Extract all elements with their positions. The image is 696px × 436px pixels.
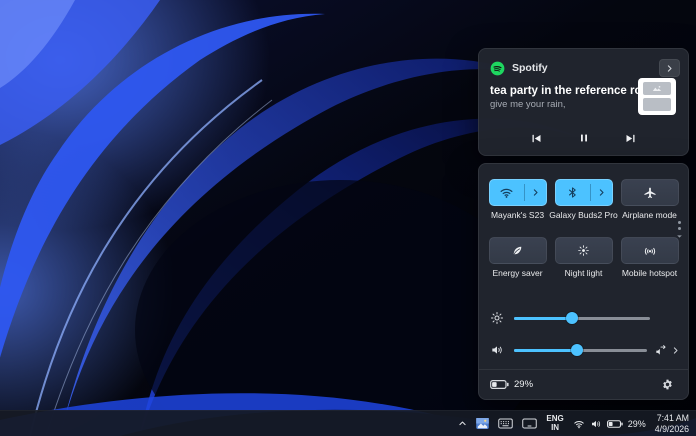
volume-slider-row bbox=[490, 340, 680, 360]
night-light-tile[interactable] bbox=[555, 237, 613, 264]
album-art-placeholder-bottom bbox=[643, 98, 671, 111]
wifi-icon bbox=[499, 185, 514, 200]
next-track-button[interactable] bbox=[619, 128, 643, 148]
chevron-right-icon bbox=[597, 188, 606, 197]
airplane-mode-tile[interactable] bbox=[621, 179, 679, 206]
mobile-hotspot-icon bbox=[643, 244, 657, 258]
photo-placeholder-icon bbox=[643, 82, 671, 95]
battery-status[interactable]: 29% bbox=[490, 379, 533, 390]
media-info: tea party in the reference room give me … bbox=[490, 85, 640, 110]
bluetooth-tile[interactable] bbox=[555, 179, 613, 206]
battery-percent-label: 29% bbox=[514, 379, 533, 390]
media-title: tea party in the reference room bbox=[490, 85, 640, 97]
clock[interactable]: 7:41 AM 4/9/2026 bbox=[651, 413, 693, 435]
spotify-icon bbox=[490, 61, 505, 76]
energy-saver-quick-setting: Energy saver bbox=[486, 237, 549, 278]
energy-saver-tile-label: Energy saver bbox=[492, 268, 542, 278]
previous-track-button[interactable] bbox=[525, 128, 549, 148]
gear-icon bbox=[661, 378, 674, 391]
chevron-right-icon bbox=[665, 64, 674, 73]
wifi-toggle[interactable] bbox=[490, 180, 524, 205]
volume-slider-thumb[interactable] bbox=[571, 344, 583, 356]
language-line2: IN bbox=[546, 424, 563, 433]
pause-icon bbox=[578, 132, 590, 144]
show-hidden-icons-button[interactable] bbox=[454, 413, 471, 435]
clock-time: 7:41 AM bbox=[655, 413, 689, 424]
desktop: Spotify tea party in the reference room … bbox=[0, 0, 696, 436]
bluetooth-icon bbox=[566, 186, 579, 199]
energy-saver-tile[interactable] bbox=[489, 237, 547, 264]
chevron-up-icon bbox=[458, 419, 467, 428]
system-tray-group[interactable]: 29% bbox=[569, 413, 650, 435]
brightness-icon bbox=[490, 311, 505, 325]
wifi-tray-icon bbox=[573, 418, 585, 430]
quick-settings-panel: Mayank's S23 Galaxy Bu bbox=[478, 163, 689, 400]
brightness-slider[interactable] bbox=[514, 311, 650, 325]
media-controls bbox=[525, 128, 643, 148]
media-flyout: Spotify tea party in the reference room … bbox=[478, 48, 689, 156]
clock-date: 4/9/2026 bbox=[655, 424, 689, 435]
pagination-indicator bbox=[676, 221, 683, 240]
energy-saver-icon bbox=[511, 244, 524, 257]
pause-button[interactable] bbox=[572, 128, 596, 148]
album-art-placeholder-top bbox=[643, 82, 671, 95]
airplane-tile-label: Airplane mode bbox=[622, 210, 677, 220]
next-icon bbox=[624, 132, 637, 145]
previous-icon bbox=[530, 132, 543, 145]
audio-output-chevron-icon[interactable] bbox=[671, 346, 680, 355]
bluetooth-expand-chevron[interactable] bbox=[591, 180, 612, 205]
battery-tray-icon bbox=[607, 420, 623, 428]
night-light-icon bbox=[577, 244, 590, 257]
night-light-tile-label: Night light bbox=[565, 268, 603, 278]
media-subtitle: give me your rain, bbox=[490, 99, 640, 110]
night-light-quick-setting: Night light bbox=[552, 237, 615, 278]
media-flyout-header: Spotify bbox=[490, 58, 680, 78]
mobile-hotspot-quick-setting: Mobile hotspot bbox=[618, 237, 681, 278]
page-dot bbox=[678, 221, 681, 224]
bluetooth-tile-label: Galaxy Buds2 Pro bbox=[549, 210, 618, 220]
touchpad-icon[interactable] bbox=[518, 413, 541, 435]
volume-tray-icon bbox=[590, 418, 602, 430]
settings-button[interactable] bbox=[655, 373, 679, 397]
volume-slider[interactable] bbox=[514, 343, 647, 357]
slider-fill bbox=[514, 349, 577, 352]
scroll-down-chevron-icon[interactable] bbox=[676, 233, 683, 240]
tray-battery-percent: 29% bbox=[628, 419, 646, 429]
airplane-quick-setting: Airplane mode bbox=[618, 179, 681, 220]
brightness-slider-thumb[interactable] bbox=[566, 312, 578, 324]
wifi-tile[interactable] bbox=[489, 179, 547, 206]
quick-settings-footer: 29% bbox=[490, 370, 679, 399]
brightness-slider-row bbox=[490, 308, 680, 328]
mobile-hotspot-tile[interactable] bbox=[621, 237, 679, 264]
battery-icon bbox=[490, 380, 509, 389]
mobile-hotspot-tile-label: Mobile hotspot bbox=[622, 268, 677, 278]
bluetooth-toggle[interactable] bbox=[556, 180, 590, 205]
touch-keyboard-icon[interactable] bbox=[494, 413, 517, 435]
language-indicator[interactable]: ENG IN bbox=[542, 413, 567, 435]
audio-output-icon[interactable] bbox=[654, 343, 668, 357]
wifi-expand-chevron[interactable] bbox=[525, 180, 546, 205]
tray-photo-app-icon[interactable] bbox=[472, 413, 493, 435]
volume-icon bbox=[490, 343, 505, 357]
wifi-tile-label: Mayank's S23 bbox=[491, 210, 544, 220]
album-art bbox=[638, 78, 676, 115]
wifi-quick-setting: Mayank's S23 bbox=[486, 179, 549, 220]
chevron-right-icon bbox=[531, 188, 540, 197]
bluetooth-quick-setting: Galaxy Buds2 Pro bbox=[552, 179, 615, 220]
page-dot bbox=[678, 227, 681, 230]
airplane-icon bbox=[643, 186, 657, 200]
slider-fill bbox=[514, 317, 572, 320]
quick-settings-grid: Mayank's S23 Galaxy Bu bbox=[482, 179, 685, 278]
media-expand-button[interactable] bbox=[659, 59, 680, 77]
taskbar: ENG IN 29% 7:41 AM 4/9/2026 bbox=[0, 410, 696, 436]
media-app-name: Spotify bbox=[512, 62, 548, 74]
